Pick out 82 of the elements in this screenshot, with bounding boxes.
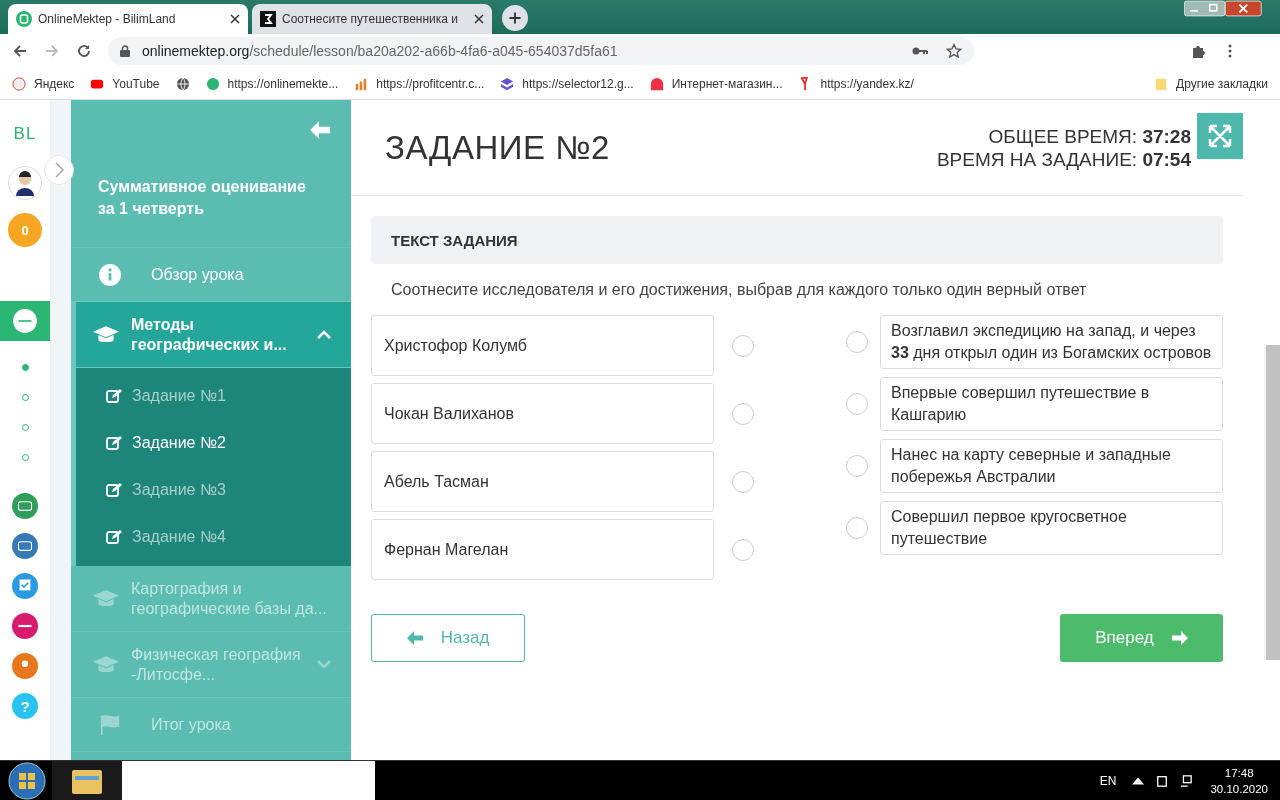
globe-icon[interactable]	[175, 76, 190, 91]
browser-tab[interactable]: OnlineMektep - BilimLand	[8, 4, 248, 34]
taskbar-app[interactable]	[122, 760, 375, 800]
edit-icon	[106, 434, 122, 451]
browser-tab[interactable]: Соотнесите путешественника и	[252, 4, 492, 34]
arrow-left-icon[interactable]	[309, 120, 331, 140]
answer-card[interactable]: Совершил первое кругосветное путешествие	[880, 501, 1223, 555]
radio-button[interactable]	[732, 470, 754, 493]
answer-card[interactable]: Христофор Колумб	[371, 315, 714, 376]
bookmark-icon	[12, 76, 26, 91]
new-tab-icon[interactable]	[502, 5, 528, 31]
bookmark-icon	[649, 76, 664, 91]
answer-card[interactable]: Нанес на карту северные и западные побережья Австралии	[880, 439, 1223, 493]
answer-card[interactable]: Возглавил экспедицию на запад, и через 33 дня открыл один из Богамских островов	[880, 315, 1223, 369]
address-bar[interactable]: onlinemektep.org/schedule/lesson/ba20a202-a66b-4fa6-a045-654037d5fa61	[108, 37, 974, 65]
radio-button[interactable]	[846, 331, 868, 353]
instruction-text: Соотнесите исследователя и его достижения, выбрав для каждого только один верный ответ	[391, 281, 1088, 299]
answer-card[interactable]: Абель Тасман	[371, 451, 714, 512]
bookmark-icon	[354, 76, 369, 91]
bookmark[interactable]: Интернет-магазин...	[649, 76, 783, 91]
radio-button[interactable]	[732, 538, 754, 561]
bookmark-icon	[205, 76, 220, 91]
radio-button[interactable]	[732, 334, 754, 357]
clock-date: 30.10.2020	[1210, 781, 1268, 797]
app-icon[interactable]	[12, 613, 38, 639]
radio-button[interactable]	[732, 402, 754, 425]
reload-icon[interactable]	[76, 43, 92, 59]
taskbar-app[interactable]	[52, 760, 122, 800]
radio-button[interactable]	[846, 455, 868, 477]
arrow-left-icon	[406, 631, 423, 645]
network-icon[interactable]	[1180, 774, 1193, 787]
task-title: ЗАДАНИЕ №2	[385, 128, 611, 167]
answer-card[interactable]: Фернан Магелан	[371, 519, 714, 580]
checkbox-icon[interactable]	[12, 573, 38, 599]
language-indicator[interactable]: EN	[1099, 773, 1117, 788]
bookmark[interactable]: Яндекс	[12, 76, 75, 91]
fullscreen-button[interactable]	[1197, 113, 1243, 159]
step-dot[interactable]	[21, 364, 29, 371]
site-icon	[260, 11, 276, 27]
edit-icon	[106, 481, 122, 498]
close-icon[interactable]	[474, 14, 484, 24]
app-icon[interactable]	[12, 493, 38, 519]
bookmarks-folder[interactable]: Другие закладки	[1154, 76, 1268, 91]
section-heading: ТЕКСТ ЗАДАНИЯ	[391, 231, 518, 249]
lock-icon	[120, 45, 130, 57]
points-badge: 0	[8, 213, 42, 247]
close-icon[interactable]	[230, 14, 240, 24]
bookmark[interactable]: https://yandex.kz/	[798, 76, 914, 91]
arrow-right-icon	[1171, 631, 1188, 645]
site-icon	[16, 11, 32, 27]
app-icon[interactable]	[12, 533, 38, 559]
timer-text: ВРЕМЯ НА ЗАДАНИЕ: 07:54	[936, 147, 1191, 171]
caret-icon	[317, 660, 331, 669]
bookmark-icon	[500, 76, 515, 91]
caret-icon	[317, 330, 331, 339]
bookmark[interactable]: https://onlinemekte...	[205, 76, 339, 91]
window-controls-icon[interactable]	[1184, 0, 1262, 17]
edit-icon	[106, 387, 122, 404]
answer-card[interactable]: Впервые совершил путешествие в Кашгарию	[880, 377, 1223, 431]
sidebar-title: Суммативное оценивание за 1 четверть	[98, 177, 307, 219]
forward-icon[interactable]	[44, 43, 60, 59]
info-icon	[97, 263, 123, 286]
edit-icon	[106, 528, 122, 545]
bookmark[interactable]: https://profitcentr.c...	[354, 76, 485, 91]
back-icon[interactable]	[12, 43, 28, 59]
avatar-icon[interactable]	[8, 166, 42, 200]
task-link[interactable]: Задание №2	[76, 419, 351, 466]
radio-button[interactable]	[846, 517, 868, 539]
radio-button[interactable]	[846, 393, 868, 415]
answer-card[interactable]: Чокан Валиханов	[371, 383, 714, 444]
device-icon[interactable]	[1156, 774, 1169, 787]
clock-time: 17:48	[1224, 765, 1254, 781]
expand-toggle-icon[interactable]	[44, 155, 74, 185]
rail-item-active[interactable]	[0, 301, 50, 341]
folder-icon	[1154, 76, 1169, 91]
start-button[interactable]	[7, 760, 47, 800]
scrollbar-thumb[interactable]	[1264, 345, 1280, 660]
timer-text: ОБЩЕЕ ВРЕМЯ: 37:28	[988, 124, 1191, 148]
bookmark[interactable]: YouTube	[90, 76, 160, 91]
puzzle-icon[interactable]	[1190, 43, 1206, 59]
star-icon[interactable]	[946, 43, 962, 59]
bookmark[interactable]: https://selector12.g...	[500, 76, 634, 91]
